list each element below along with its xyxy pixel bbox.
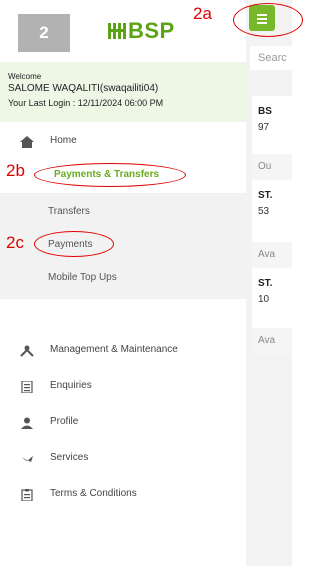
submenu-item-label: Mobile Top Ups (48, 272, 117, 283)
menu-item-label: Enquiries (50, 380, 92, 391)
account-card[interactable]: BS 97 Ou (252, 96, 292, 180)
clipboard-icon (21, 489, 33, 501)
welcome-panel: Welcome SALOME WAQALITI(swaqailiti04) Yo… (0, 62, 246, 122)
annotation-oval-2a (233, 3, 303, 37)
account-name: BS (258, 106, 272, 117)
menu-item-management-maintenance[interactable]: Management & Maintenance (0, 333, 246, 369)
person-icon (21, 417, 33, 429)
account-status: Ava (258, 335, 276, 346)
step-number-box: 2 (18, 14, 70, 52)
account-number: 53 (258, 206, 270, 217)
welcome-label: Welcome (8, 72, 42, 81)
menu-item-label: Services (50, 452, 89, 463)
menu-item-label: Home (50, 135, 77, 146)
account-number: 97 (258, 122, 270, 133)
menu-item-profile[interactable]: Profile (0, 405, 246, 441)
account-card[interactable]: ST. 10 Ava (252, 268, 292, 354)
last-login: Your Last Login : 12/11/2024 06:00 PM (8, 98, 164, 108)
account-card[interactable]: ST. 53 Ava (252, 180, 292, 268)
account-name: ST. (258, 190, 273, 201)
annotation-oval-2c (34, 231, 114, 257)
brand-name: BSP (128, 18, 175, 43)
menu-item-terms-conditions[interactable]: Terms & Conditions (0, 477, 246, 513)
account-name: ST. (258, 278, 273, 289)
annotation-label-2b: 2b (6, 161, 25, 180)
navigation-drawer: 2 BSP Welcome SALOME WAQALITI(swaqailiti… (0, 0, 246, 566)
submenu-item-label: Transfers (48, 206, 90, 217)
submenu-item-transfers[interactable]: Transfers (0, 195, 246, 230)
list-icon (21, 381, 33, 393)
account-status: Ou (258, 161, 272, 172)
user-name: SALOME WAQALITI(swaqailiti04) (8, 83, 159, 94)
menu-item-label: Profile (50, 416, 79, 427)
account-number: 10 (258, 294, 270, 305)
home-icon (20, 136, 34, 148)
menu-item-label: Terms & Conditions (50, 488, 137, 499)
menu-item-label: Management & Maintenance (50, 344, 178, 355)
services-icon (21, 456, 33, 462)
submenu-item-mobile-top-ups[interactable]: Mobile Top Ups (0, 261, 246, 296)
menu-item-enquiries[interactable]: Enquiries (0, 369, 246, 405)
annotation-label-2c: 2c (6, 233, 24, 252)
brand-logo: BSP (108, 16, 175, 46)
bsp-mark-icon (108, 23, 126, 39)
account-status: Ava (258, 249, 276, 260)
menu-item-services[interactable]: Services (0, 441, 246, 477)
menu-item-home[interactable]: Home (0, 124, 246, 160)
tools-icon (20, 345, 34, 357)
annotation-oval-2b (34, 163, 186, 187)
annotation-label-2a: 2a (193, 4, 212, 23)
search-input[interactable]: Searc (250, 46, 292, 70)
